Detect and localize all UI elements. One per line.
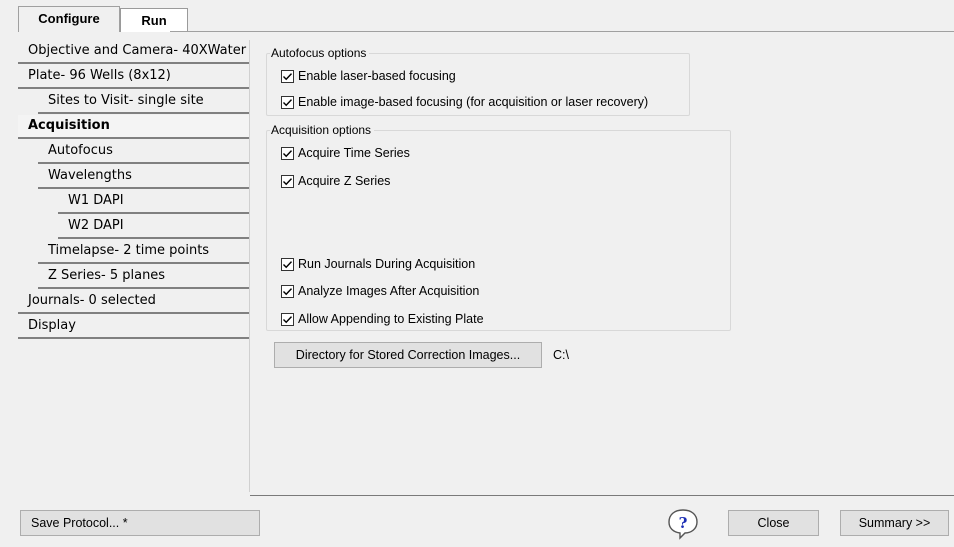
run-journals-option[interactable]: Run Journals During Acquisition xyxy=(281,257,475,271)
close-button[interactable]: Close xyxy=(728,510,819,536)
checkbox-checked-icon[interactable] xyxy=(281,284,294,298)
enable-image-focusing-option[interactable]: Enable image-based focusing (for acquisi… xyxy=(281,95,648,109)
enable-laser-focusing-label: Enable laser-based focusing xyxy=(298,69,456,83)
nav-item-wavelengths[interactable]: Wavelengths xyxy=(38,165,249,189)
analyze-images-label: Analyze Images After Acquisition xyxy=(298,284,480,298)
nav-item-timelapse[interactable]: Timelapse- 2 time points xyxy=(38,240,249,264)
nav-item-w1-dapi[interactable]: W1 DAPI xyxy=(58,190,249,214)
protocol-nav-list: Objective and Camera- 40XWater Plate- 96… xyxy=(18,40,250,492)
acquire-time-series-option[interactable]: Acquire Time Series xyxy=(281,146,410,160)
tab-run[interactable]: Run xyxy=(120,8,188,32)
acquire-z-series-label: Acquire Z Series xyxy=(298,174,391,188)
tab-configure[interactable]: Configure xyxy=(18,6,120,32)
checkbox-checked-icon[interactable] xyxy=(281,69,294,83)
enable-image-focusing-label: Enable image-based focusing (for acquisi… xyxy=(298,95,649,109)
correction-directory-button[interactable]: Directory for Stored Correction Images..… xyxy=(274,342,542,368)
nav-item-autofocus[interactable]: Autofocus xyxy=(38,140,249,164)
checkbox-checked-icon[interactable] xyxy=(281,312,294,326)
svg-text:?: ? xyxy=(679,514,688,532)
allow-appending-label: Allow Appending to Existing Plate xyxy=(298,312,484,326)
allow-appending-option[interactable]: Allow Appending to Existing Plate xyxy=(281,312,484,326)
nav-item-journals[interactable]: Journals- 0 selected xyxy=(18,290,249,314)
nav-item-plate[interactable]: Plate- 96 Wells (8x12) xyxy=(18,65,249,89)
acquire-time-series-label: Acquire Time Series xyxy=(298,146,410,160)
checkbox-checked-icon[interactable] xyxy=(281,146,294,160)
nav-item-sites-to-visit[interactable]: Sites to Visit- single site xyxy=(38,90,249,114)
footer-divider xyxy=(250,495,954,496)
checkbox-checked-icon[interactable] xyxy=(281,257,294,271)
acquire-z-series-option[interactable]: Acquire Z Series xyxy=(281,174,390,188)
correction-directory-path: C:\ xyxy=(553,348,569,362)
summary-button[interactable]: Summary >> xyxy=(840,510,949,536)
enable-laser-focusing-option[interactable]: Enable laser-based focusing xyxy=(281,69,456,83)
save-protocol-button[interactable]: Save Protocol... * xyxy=(20,510,260,536)
nav-item-z-series[interactable]: Z Series- 5 planes xyxy=(38,265,249,289)
nav-item-objective-camera[interactable]: Objective and Camera- 40XWater xyxy=(18,40,249,64)
nav-item-display[interactable]: Display xyxy=(18,315,249,339)
tab-divider xyxy=(170,31,954,32)
help-question-bubble-icon[interactable]: ? xyxy=(666,508,700,540)
nav-item-acquisition[interactable]: Acquisition xyxy=(18,115,249,139)
nav-item-w2-dapi[interactable]: W2 DAPI xyxy=(58,215,249,239)
checkbox-checked-icon[interactable] xyxy=(281,174,294,188)
acquisition-options-group: Acquisition options Acquire Time Series … xyxy=(266,123,731,331)
acquisition-options-title: Acquisition options xyxy=(270,123,375,137)
autofocus-options-group: Autofocus options Enable laser-based foc… xyxy=(266,46,690,116)
run-journals-label: Run Journals During Acquisition xyxy=(298,257,476,271)
autofocus-options-title: Autofocus options xyxy=(270,46,370,60)
checkbox-checked-icon[interactable] xyxy=(281,95,294,109)
analyze-images-option[interactable]: Analyze Images After Acquisition xyxy=(281,284,479,298)
